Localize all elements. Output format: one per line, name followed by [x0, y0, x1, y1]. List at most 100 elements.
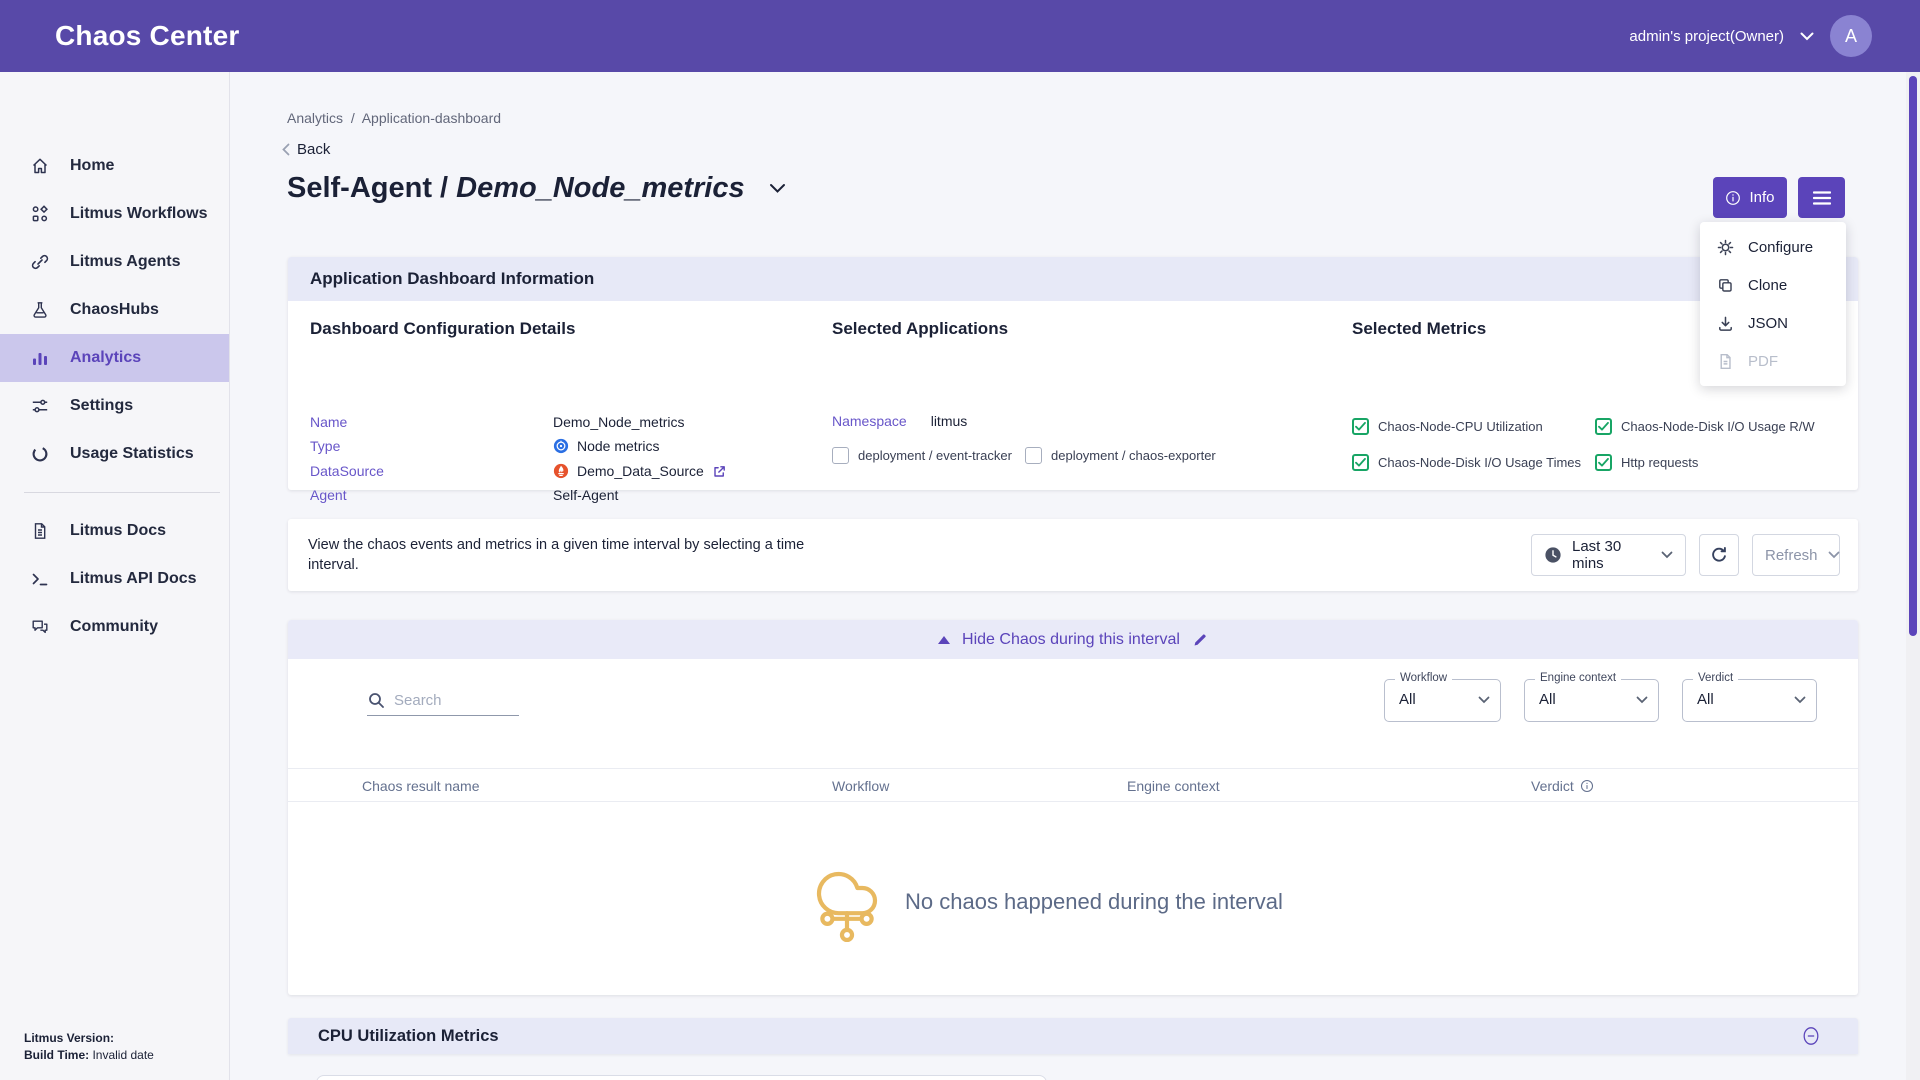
home-icon	[30, 156, 50, 176]
config-name-label: Name	[310, 414, 553, 430]
chaoshubs-icon	[30, 300, 50, 320]
hide-chaos-toggle[interactable]: Hide Chaos during this interval	[288, 620, 1858, 659]
metric-checkbox-http-requests[interactable]: Http requests	[1595, 454, 1698, 471]
settings-icon	[30, 396, 50, 416]
file-icon	[1716, 352, 1735, 371]
info-button[interactable]: Info	[1713, 177, 1787, 218]
empty-state-message: No chaos happened during the interval	[905, 889, 1283, 915]
docs-icon	[30, 521, 50, 541]
sidebar-item-litmus-agents[interactable]: Litmus Agents	[0, 238, 229, 286]
breadcrumb-analytics[interactable]: Analytics	[287, 110, 343, 126]
avatar[interactable]: A	[1830, 15, 1872, 57]
sidebar-item-label: Litmus API Docs	[70, 570, 197, 588]
verdict-filter-select[interactable]: Verdict All	[1682, 679, 1817, 722]
application-dashboard-information-panel: Application Dashboard Information Dashbo…	[288, 257, 1858, 490]
filter-value: All	[1539, 691, 1556, 708]
node-metrics-icon	[553, 438, 569, 454]
section-title: Dashboard Configuration Details	[310, 319, 575, 339]
metric-checkbox-disk-io-times[interactable]: Chaos-Node-Disk I/O Usage Times	[1352, 454, 1581, 471]
menu-item-configure[interactable]: Configure	[1700, 228, 1846, 266]
prometheus-icon	[553, 463, 569, 479]
metric-checkbox-cpu-utilization[interactable]: Chaos-Node-CPU Utilization	[1352, 418, 1543, 435]
dashboard-menu-button[interactable]	[1798, 177, 1845, 218]
sidebar-item-settings[interactable]: Settings	[0, 382, 229, 430]
back-label: Back	[297, 141, 330, 158]
external-link-icon[interactable]	[712, 464, 727, 479]
refresh-now-button[interactable]	[1699, 534, 1739, 576]
sidebar-item-home[interactable]: Home	[0, 142, 229, 190]
panel-header: Application Dashboard Information	[288, 257, 1858, 301]
info-button-label: Info	[1749, 189, 1774, 206]
chevron-left-icon	[282, 143, 290, 156]
sidebar-item-analytics[interactable]: Analytics	[0, 334, 229, 382]
refresh-interval-select[interactable]: Refresh	[1752, 534, 1840, 576]
time-interval-panel: View the chaos events and metrics in a g…	[288, 519, 1858, 591]
copy-icon	[1716, 276, 1735, 295]
usage-statistics-icon	[30, 444, 50, 464]
sidebar-item-litmus-api-docs[interactable]: Litmus API Docs	[0, 555, 229, 603]
version-label: Litmus Version:	[24, 1031, 114, 1045]
checkbox-checked	[1595, 454, 1612, 471]
column-engine-context: Engine context	[1127, 778, 1220, 794]
interval-description: View the chaos events and metrics in a g…	[308, 535, 858, 575]
workflow-filter-select[interactable]: Workflow All	[1384, 679, 1501, 722]
topbar-right: admin's project(Owner) A	[1629, 15, 1872, 57]
cpu-section-title: CPU Utilization Metrics	[318, 1027, 499, 1046]
search-icon	[368, 692, 385, 709]
chevron-down-icon	[1661, 551, 1673, 559]
breadcrumb-application-dashboard[interactable]: Application-dashboard	[362, 110, 501, 126]
back-button[interactable]: Back	[282, 141, 330, 158]
engine-context-filter-select[interactable]: Engine context All	[1524, 679, 1659, 722]
checkbox-unchecked	[832, 447, 849, 464]
menu-item-clone[interactable]: Clone	[1700, 266, 1846, 304]
hide-chaos-label: Hide Chaos during this interval	[962, 631, 1180, 649]
filter-label: Workflow	[1395, 672, 1452, 684]
menu-item-pdf[interactable]: PDF	[1700, 342, 1846, 380]
edit-pencil-icon[interactable]	[1192, 632, 1208, 648]
sidebar-item-label: Home	[70, 157, 114, 175]
chaos-table-panel: Hide Chaos during this interval Workflow…	[288, 620, 1858, 995]
namespace-value: litmus	[931, 413, 968, 429]
time-range-value: Last 30 mins	[1572, 538, 1651, 572]
sidebar-item-usage-statistics[interactable]: Usage Statistics	[0, 430, 229, 478]
menu-item-json[interactable]: JSON	[1700, 304, 1846, 342]
collapse-minus-icon[interactable]	[1800, 1025, 1822, 1047]
sidebar-item-community[interactable]: Community	[0, 603, 229, 651]
chevron-down-icon	[1828, 551, 1840, 559]
sidebar-item-label: Analytics	[70, 349, 141, 367]
application-checkbox-chaos-exporter[interactable]: deployment / chaos-exporter	[1025, 447, 1216, 464]
chevron-down-icon	[1636, 696, 1648, 704]
breadcrumb: Analytics / Application-dashboard	[287, 110, 501, 126]
verdict-info-icon[interactable]	[1580, 779, 1594, 793]
download-icon	[1716, 314, 1735, 333]
time-range-select[interactable]: Last 30 mins	[1531, 534, 1686, 576]
menu-item-label: JSON	[1748, 315, 1788, 332]
sidebar-item-label: Usage Statistics	[70, 445, 194, 463]
menu-item-label: PDF	[1748, 353, 1778, 370]
version-info: Litmus Version: Build Time: Invalid date	[24, 1030, 154, 1064]
metric-checkbox-disk-io-rw[interactable]: Chaos-Node-Disk I/O Usage R/W	[1595, 418, 1815, 435]
clock-icon	[1544, 546, 1562, 564]
analytics-icon	[30, 348, 50, 368]
sidebar-item-chaoshubs[interactable]: ChaosHubs	[0, 286, 229, 334]
menu-item-label: Clone	[1748, 277, 1787, 294]
search-input[interactable]	[367, 688, 519, 716]
page-title: Self-Agent /Demo_Node_metrics	[287, 172, 786, 205]
build-time-label: Build Time:	[24, 1048, 89, 1062]
chevron-down-icon[interactable]	[1800, 32, 1814, 41]
checkbox-checked	[1595, 418, 1612, 435]
refresh-label: Refresh	[1765, 547, 1818, 564]
config-type-value: Node metrics	[577, 438, 659, 454]
hamburger-icon	[1813, 191, 1831, 205]
dashboard-switcher-chevron-icon[interactable]	[769, 183, 786, 194]
application-checkbox-event-tracker[interactable]: deployment / event-tracker	[832, 447, 1012, 464]
scrollbar-thumb[interactable]	[1909, 76, 1917, 636]
column-verdict: Verdict	[1531, 778, 1574, 794]
config-agent-value: Self-Agent	[553, 487, 618, 503]
sidebar-item-litmus-workflows[interactable]: Litmus Workflows	[0, 190, 229, 238]
column-chaos-result-name: Chaos result name	[362, 778, 480, 794]
project-selector[interactable]: admin's project(Owner)	[1629, 28, 1784, 45]
scrollbar-track[interactable]	[1906, 72, 1920, 1080]
sidebar-item-label: ChaosHubs	[70, 301, 159, 319]
sidebar-item-litmus-docs[interactable]: Litmus Docs	[0, 507, 229, 555]
